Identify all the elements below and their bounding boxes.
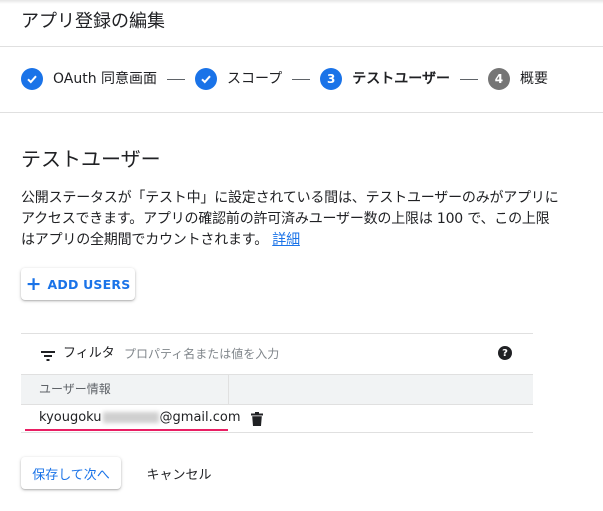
stepper-divider	[0, 112, 603, 113]
step-separator	[167, 78, 186, 80]
cancel-button[interactable]: キャンセル	[136, 457, 222, 489]
trash-icon[interactable]	[251, 411, 263, 430]
column-divider	[228, 375, 229, 404]
redacted-blur	[102, 412, 159, 423]
step-separator	[459, 78, 478, 80]
table-top-border	[21, 333, 533, 334]
page-title: アプリ登録の編集	[21, 11, 165, 32]
filter-label: フィルタ	[63, 346, 115, 361]
add-users-button[interactable]: + ADD USERS	[21, 268, 135, 300]
title-divider	[0, 46, 603, 47]
step-4-label[interactable]: 概要	[520, 70, 548, 88]
section-heading: テストユーザー	[21, 147, 161, 171]
table-header: ユーザー情報	[21, 374, 533, 405]
email-prefix: kyougoku	[39, 410, 102, 425]
step-3-label[interactable]: テストユーザー	[352, 70, 450, 88]
step-separator	[292, 78, 311, 80]
save-and-next-button[interactable]: 保存して次へ	[21, 457, 121, 489]
column-header-user-info[interactable]: ユーザー情報	[39, 381, 111, 397]
details-link[interactable]: 詳細	[272, 232, 300, 248]
step-2-check-icon	[195, 68, 218, 90]
highlight-underline	[25, 429, 228, 431]
user-email: kyougoku @gmail.com	[39, 410, 241, 425]
plus-icon: +	[25, 272, 42, 295]
step-3-number: 3	[320, 68, 343, 90]
step-1-label[interactable]: OAuth 同意画面	[53, 70, 157, 88]
row-bottom-border	[21, 432, 533, 433]
top-shadow	[0, 0, 603, 4]
filter-icon[interactable]	[41, 347, 55, 366]
step-2-label[interactable]: スコープ	[227, 70, 282, 88]
email-domain: gmail.com	[172, 410, 241, 425]
filter-input[interactable]	[124, 343, 464, 365]
test-users-table: フィルタ ? ユーザー情報 kyougoku@gmail.com	[21, 333, 533, 433]
help-icon[interactable]: ?	[498, 346, 512, 360]
step-1-check-icon	[21, 68, 43, 90]
add-users-label: ADD USERS	[47, 276, 131, 292]
stepper: OAuth 同意画面 スコープ 3 テストユーザー 4 概要	[21, 68, 548, 90]
section-description: 公開ステータスが「テスト中」に設定されている間は、テストユーザーのみがアプリにア…	[21, 188, 561, 251]
step-4-number: 4	[487, 68, 510, 90]
